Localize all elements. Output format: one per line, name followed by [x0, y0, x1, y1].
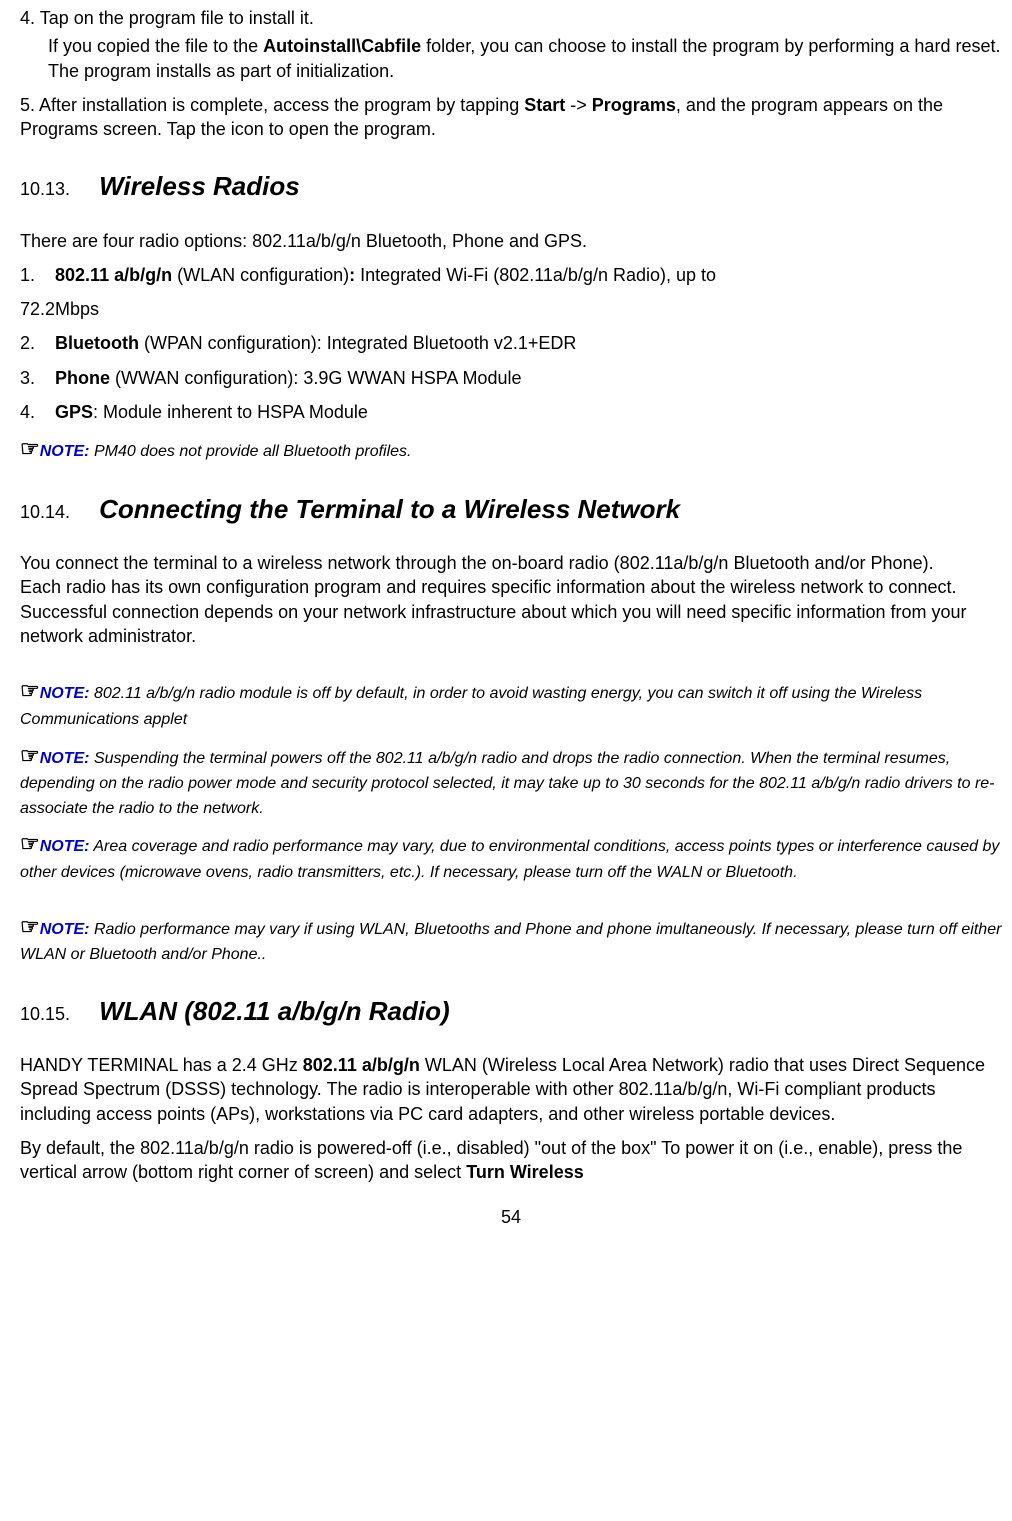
note-radio-off-default: ☞NOTE: 802.11 a/b/g/n radio module is of…: [20, 676, 1002, 730]
note-label: NOTE:: [40, 921, 90, 938]
sec-num-10-15: 10.15.: [20, 1004, 70, 1024]
radio-1-bold: 802.11 a/b/g/n: [55, 265, 172, 285]
note-label: NOTE:: [40, 750, 90, 767]
sec-num-10-13: 10.13.: [20, 179, 70, 199]
step-4-body: If you copied the file to the Autoinstal…: [48, 34, 1002, 83]
radio-4-bold: GPS: [55, 402, 93, 422]
note-suspend: ☞NOTE: Suspending the terminal powers of…: [20, 741, 1002, 820]
radio-3-num: 3.: [20, 366, 40, 390]
radio-4-text: : Module inherent to HSPA Module: [93, 402, 368, 422]
sec-title-wireless-radios: Wireless Radios: [99, 171, 300, 201]
wlan-p1: HANDY TERMINAL has a 2.4 GHz 802.11 a/b/…: [20, 1053, 1002, 1126]
radio-3-text: (WWAN configuration): 3.9G WWAN HSPA Mod…: [110, 368, 521, 388]
pointing-hand-icon: ☞: [20, 831, 40, 856]
note-label: NOTE:: [40, 838, 90, 855]
note-text: Radio performance may vary if using WLAN…: [20, 921, 1001, 964]
step-4-bold: Autoinstall\Cabfile: [263, 36, 421, 56]
heading-10-13: 10.13. Wireless Radios: [20, 169, 1002, 204]
radio-1-num: 1.: [20, 263, 40, 287]
step-5-programs: Programs: [592, 95, 676, 115]
radio-2-text: (WPAN configuration): Integrated Bluetoo…: [139, 333, 576, 353]
note-text: 802.11 a/b/g/n radio module is off by de…: [20, 685, 922, 728]
note-pm40: ☞NOTE: PM40 does not provide all Bluetoo…: [20, 434, 1002, 464]
step-5: 5. After installation is complete, acces…: [20, 93, 1002, 142]
heading-10-14: 10.14. Connecting the Terminal to a Wire…: [20, 492, 1002, 527]
note-pm40-text: PM40 does not provide all Bluetooth prof…: [90, 443, 412, 460]
note-label: NOTE:: [40, 443, 90, 460]
note-text: Area coverage and radio performance may …: [20, 838, 999, 881]
radio-1-text: Integrated Wi-Fi (802.11a/b/g/n Radio), …: [355, 265, 716, 285]
step-4-text-a: If you copied the file to the: [48, 36, 263, 56]
note-coverage: ☞NOTE: Area coverage and radio performan…: [20, 829, 1002, 883]
wlan-p1-bold: 802.11 a/b/g/n: [303, 1055, 420, 1075]
pointing-hand-icon: ☞: [20, 678, 40, 703]
radio-3-bold: Phone: [55, 368, 110, 388]
step-5-arrow: ->: [565, 95, 592, 115]
radio-item-3: 3. Phone (WWAN configuration): 3.9G WWAN…: [52, 366, 1002, 390]
radio-2-num: 2.: [20, 331, 40, 355]
radio-item-1: 1. 802.11 a/b/g/n (WLAN configuration): …: [52, 263, 1002, 287]
heading-10-15: 10.15. WLAN (802.11 a/b/g/n Radio): [20, 994, 1002, 1029]
radio-2-bold: Bluetooth: [55, 333, 139, 353]
page-number: 54: [20, 1205, 1002, 1229]
note-label: NOTE:: [40, 685, 90, 702]
wlan-p2: By default, the 802.11a/b/g/n radio is p…: [20, 1136, 1002, 1185]
step-4-line1: 4. Tap on the program file to install it…: [20, 8, 314, 28]
pointing-hand-icon: ☞: [20, 436, 40, 461]
radio-item-1b: 72.2Mbps: [20, 297, 1002, 321]
connecting-p1: You connect the terminal to a wireless n…: [20, 551, 1002, 575]
note-text: Suspending the terminal powers off the 8…: [20, 750, 995, 817]
radio-item-4: 4. GPS: Module inherent to HSPA Module: [52, 400, 1002, 424]
radio-1-a: (WLAN configuration): [172, 265, 349, 285]
sec-title-wlan: WLAN (802.11 a/b/g/n Radio): [99, 996, 450, 1026]
note-performance: ☞NOTE: Radio performance may vary if usi…: [20, 912, 1002, 966]
step-4: 4. Tap on the program file to install it…: [20, 6, 1002, 83]
step-5-a: 5. After installation is complete, acces…: [20, 95, 524, 115]
sec-title-connecting: Connecting the Terminal to a Wireless Ne…: [99, 494, 680, 524]
pointing-hand-icon: ☞: [20, 914, 40, 939]
radio-item-2: 2. Bluetooth (WPAN configuration): Integ…: [52, 331, 1002, 355]
sec-num-10-14: 10.14.: [20, 502, 70, 522]
pointing-hand-icon: ☞: [20, 743, 40, 768]
radio-4-num: 4.: [20, 400, 40, 424]
wlan-p2-bold: Turn Wireless: [466, 1162, 584, 1182]
connecting-p2: Each radio has its own configuration pro…: [20, 575, 1002, 648]
radios-intro: There are four radio options: 802.11a/b/…: [20, 229, 1002, 253]
wlan-p1-a: HANDY TERMINAL has a 2.4 GHz: [20, 1055, 303, 1075]
step-5-start: Start: [524, 95, 565, 115]
